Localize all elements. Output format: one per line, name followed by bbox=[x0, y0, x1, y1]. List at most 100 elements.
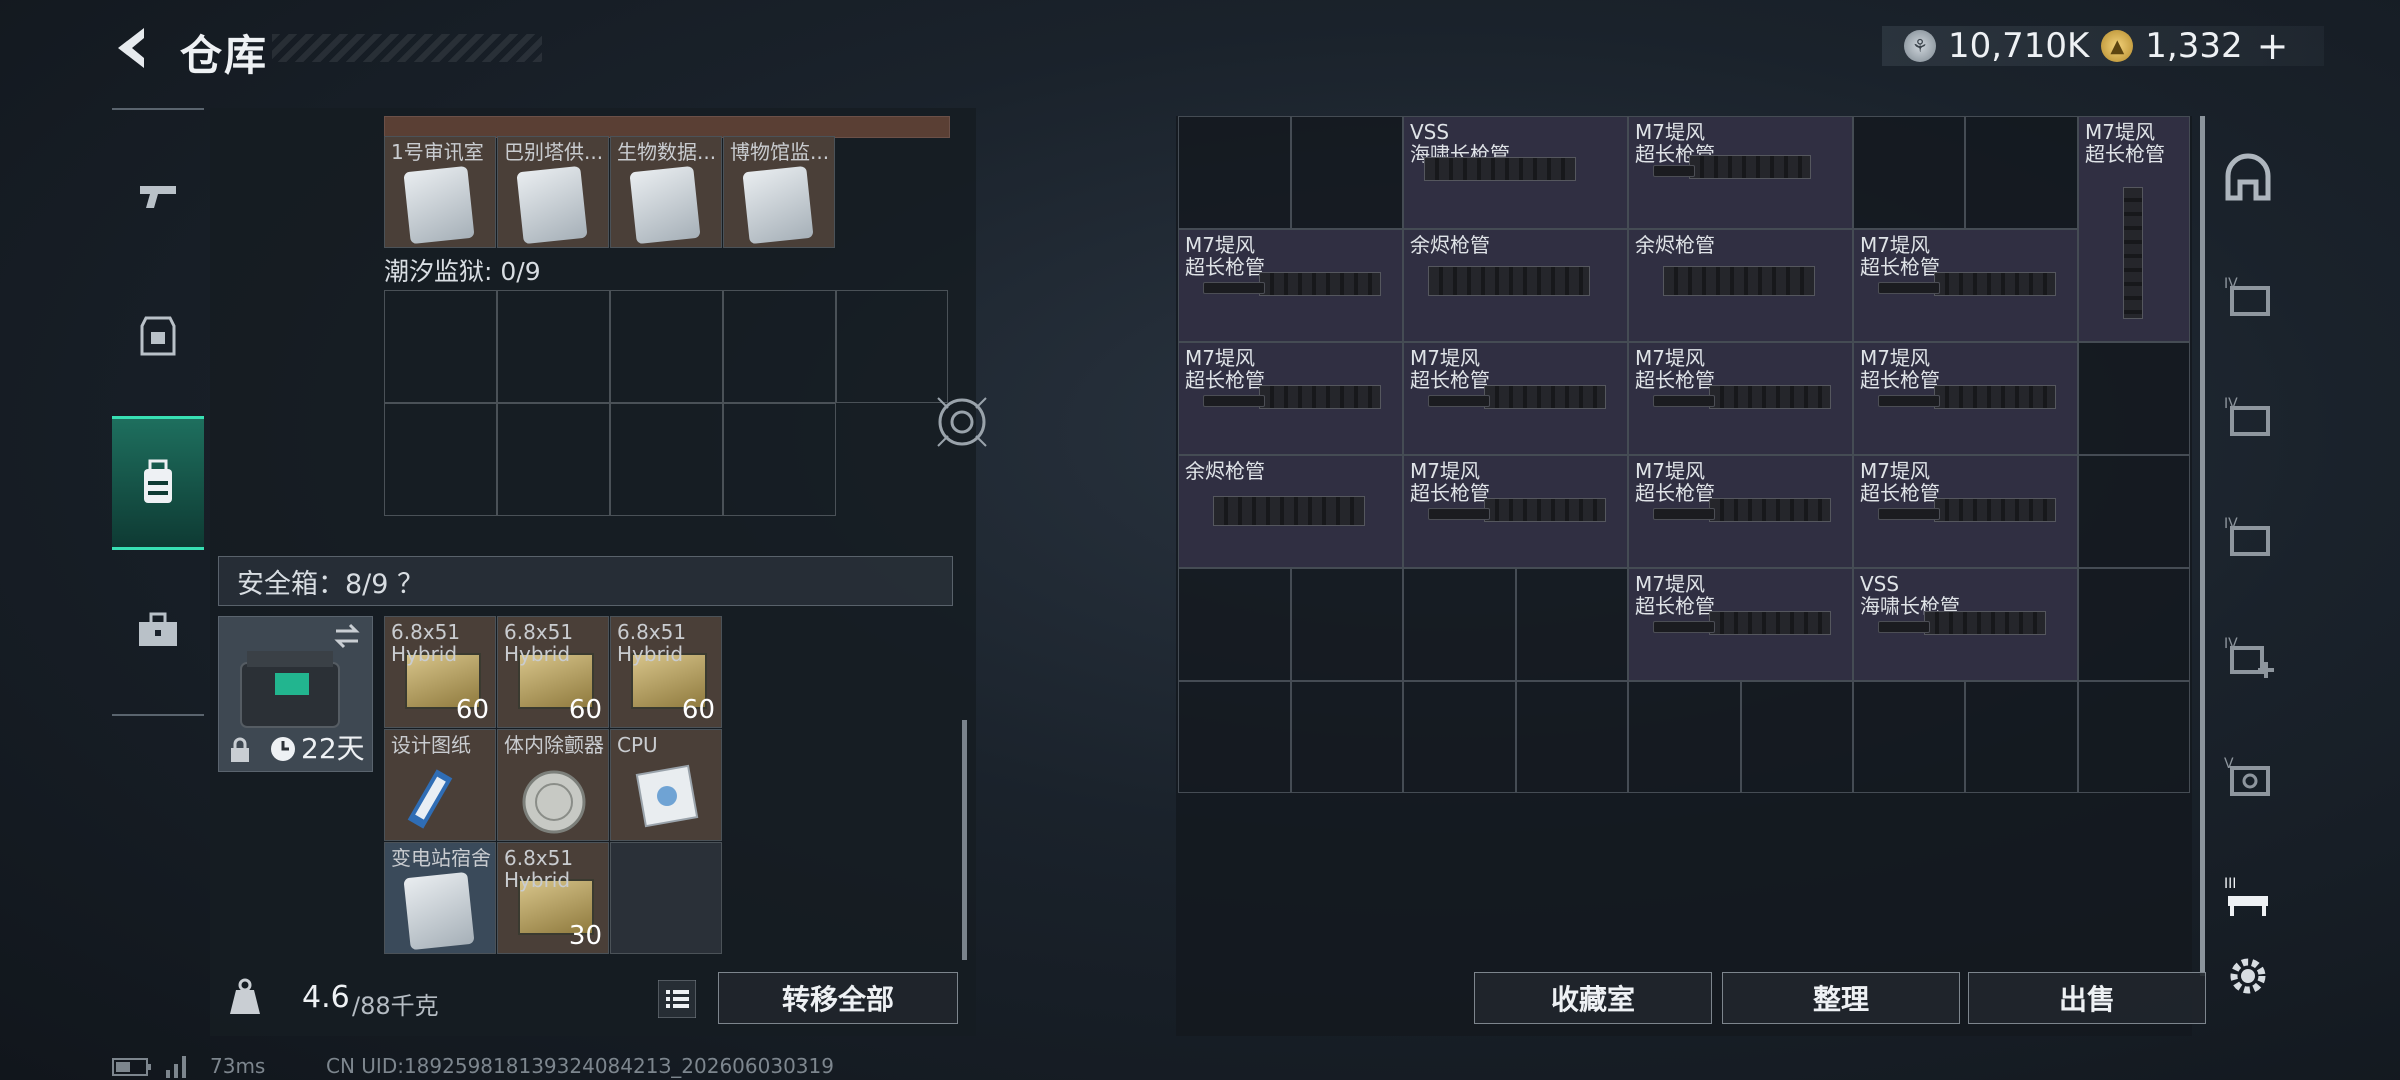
item-label: M7堤风 超长枪管 bbox=[1635, 572, 1715, 618]
swap-icon[interactable] bbox=[332, 623, 362, 649]
item-keycard[interactable]: 1号审讯室 bbox=[384, 136, 496, 248]
item-ammo[interactable]: 6.8x51 Hybrid 60 bbox=[384, 616, 496, 728]
barrel-icon bbox=[1924, 611, 2046, 635]
nav-toolbox[interactable] bbox=[112, 584, 204, 676]
item-quantity: 30 bbox=[568, 921, 602, 951]
stash-item-barrel[interactable]: M7堤风 超长枪管 bbox=[1853, 342, 2078, 455]
safe-time-remaining: 22天 bbox=[301, 732, 365, 765]
item-label: 6.8x51 Hybrid bbox=[504, 846, 574, 892]
empty-slot[interactable] bbox=[610, 842, 722, 954]
stash-item-barrel[interactable]: M7堤风 超长枪管 bbox=[1403, 455, 1628, 568]
transfer-all-button[interactable]: 转移全部 bbox=[718, 972, 958, 1024]
barrel-icon bbox=[1934, 272, 2056, 296]
side-tab-level4-b[interactable]: IV bbox=[2218, 386, 2278, 446]
stash-item-barrel[interactable]: M7堤风 超长枪管 bbox=[1853, 455, 2078, 568]
stash-grid: VSS 海啸长枪管 M7堤风 超长枪管 M7堤风 超长枪管 M7堤风 超长枪管 … bbox=[1178, 116, 2192, 793]
page-title: 仓库 bbox=[180, 31, 269, 80]
item-defibrillator[interactable]: 体内除颤器 bbox=[497, 729, 609, 841]
keycard-icon bbox=[403, 871, 475, 951]
item-label: M7堤风 超长枪管 bbox=[1860, 346, 1940, 392]
item-keycard[interactable]: 生物数据... bbox=[610, 136, 722, 248]
home-icon bbox=[2225, 153, 2271, 201]
lock-icon bbox=[231, 737, 249, 762]
item-label: 余烬枪管 bbox=[1185, 459, 1265, 483]
item-label: 巴别塔供... bbox=[504, 140, 604, 164]
stash-item-barrel[interactable]: M7堤风 超长枪管 bbox=[2078, 116, 2190, 342]
nav-backpack[interactable] bbox=[112, 416, 204, 550]
item-ammo[interactable]: 6.8x51 Hybrid 60 bbox=[610, 616, 722, 728]
barrel-icon bbox=[1934, 498, 2056, 522]
battery-icon bbox=[112, 1058, 151, 1076]
stash-scrollbar[interactable] bbox=[2200, 116, 2205, 976]
side-tab-level4-c[interactable]: IV bbox=[2218, 506, 2278, 566]
folder-level-icon: IV bbox=[2224, 396, 2270, 436]
currency-bar: ⚘ 10,710K ▲ 1,332 + bbox=[1882, 24, 2324, 68]
back-arrow-icon[interactable] bbox=[110, 22, 152, 74]
vault-level-icon: V bbox=[2224, 756, 2270, 796]
item-label: 6.8x51 Hybrid bbox=[617, 620, 687, 666]
keycard-icon bbox=[629, 165, 701, 245]
weight-current: 4.6 bbox=[302, 980, 350, 1015]
stash-item-barrel[interactable]: M7堤风 超长枪管 bbox=[1853, 229, 2078, 342]
side-tab-home[interactable] bbox=[2218, 148, 2278, 208]
stash-item-barrel[interactable]: M7堤风 超长枪管 bbox=[1628, 455, 1853, 568]
stash-item-barrel[interactable]: M7堤风 超长枪管 bbox=[1403, 342, 1628, 455]
blueprint-icon bbox=[407, 769, 453, 829]
nav-equipment[interactable] bbox=[112, 290, 204, 382]
keycard-icon bbox=[516, 165, 588, 245]
nav-weapons[interactable] bbox=[112, 150, 204, 242]
side-tab-level4-add[interactable]: IV bbox=[2218, 626, 2278, 686]
item-label: 博物馆监... bbox=[730, 140, 830, 164]
sell-button[interactable]: 出售 bbox=[1968, 972, 2206, 1024]
item-label: 变电站宿舍 bbox=[391, 846, 491, 870]
item-keycard[interactable]: 博物馆监... bbox=[723, 136, 835, 248]
stash-item-barrel[interactable]: VSS 海啸长枪管 bbox=[1853, 568, 2078, 681]
barrel-icon bbox=[1259, 272, 1381, 296]
stash-item-barrel[interactable]: VSS 海啸长枪管 bbox=[1403, 116, 1628, 229]
toolbox-icon bbox=[139, 612, 177, 646]
item-ammo[interactable]: 6.8x51 Hybrid 30 bbox=[497, 842, 609, 954]
item-label: 设计图纸 bbox=[391, 733, 471, 757]
stash-item-barrel[interactable]: 余烬枪管 bbox=[1178, 455, 1403, 568]
stash-item-barrel[interactable]: 余烬枪管 bbox=[1403, 229, 1628, 342]
stash-item-barrel[interactable]: M7堤风 超长枪管 bbox=[1628, 342, 1853, 455]
item-ammo[interactable]: 6.8x51 Hybrid 60 bbox=[497, 616, 609, 728]
sort-button[interactable]: 整理 bbox=[1722, 972, 1960, 1024]
safe-box-label: 安全箱：8/9 ？ bbox=[237, 568, 425, 600]
item-label: M7堤风 超长枪管 bbox=[1185, 346, 1265, 392]
item-label: 6.8x51 Hybrid bbox=[391, 620, 461, 666]
silver-coin-icon: ⚘ bbox=[1904, 30, 1936, 62]
item-label: M7堤风 超长枪管 bbox=[1635, 346, 1715, 392]
collection-room-button[interactable]: 收藏室 bbox=[1474, 972, 1712, 1024]
side-tab-level4-a[interactable]: IV bbox=[2218, 266, 2278, 326]
side-tab-level3[interactable]: III bbox=[2218, 866, 2278, 926]
item-label: M7堤风 超长枪管 bbox=[1860, 459, 1940, 505]
ping-value: 73ms bbox=[210, 1054, 266, 1078]
stash-item-barrel[interactable]: M7堤风 超长枪管 bbox=[1178, 229, 1403, 342]
stash-item-barrel[interactable]: M7堤风 超长枪管 bbox=[1628, 116, 1853, 229]
add-currency-button[interactable]: + bbox=[2257, 24, 2289, 68]
cpu-icon bbox=[635, 764, 699, 828]
left-scrollbar[interactable] bbox=[962, 720, 967, 960]
list-view-icon[interactable] bbox=[658, 980, 696, 1018]
safe-box-case[interactable]: 22天 bbox=[218, 616, 373, 772]
weight-max: /88千克 bbox=[352, 992, 439, 1020]
item-keycard[interactable]: 巴别塔供... bbox=[497, 136, 609, 248]
stash-item-barrel[interactable]: M7堤风 超长枪管 bbox=[1628, 568, 1853, 681]
barrel-icon bbox=[1428, 266, 1590, 296]
weight-icon bbox=[230, 978, 260, 1014]
cut-off-row bbox=[384, 116, 950, 138]
stash-item-barrel[interactable]: M7堤风 超长枪管 bbox=[1178, 342, 1403, 455]
folder-level-icon: IV bbox=[2224, 276, 2270, 316]
item-label: 余烬枪管 bbox=[1635, 233, 1715, 257]
item-cpu[interactable]: CPU bbox=[610, 729, 722, 841]
item-keycard[interactable]: 变电站宿舍 bbox=[384, 842, 496, 954]
armor-icon bbox=[140, 316, 176, 356]
prison-container-grid[interactable] bbox=[384, 290, 948, 516]
item-blueprint[interactable]: 设计图纸 bbox=[384, 729, 496, 841]
drag-target-icon[interactable] bbox=[932, 392, 992, 452]
settings-button[interactable] bbox=[2218, 946, 2278, 1006]
stash-item-barrel[interactable]: 余烬枪管 bbox=[1628, 229, 1853, 342]
workbench-level-icon: III bbox=[2224, 876, 2268, 916]
side-tab-level5[interactable]: V bbox=[2218, 746, 2278, 806]
